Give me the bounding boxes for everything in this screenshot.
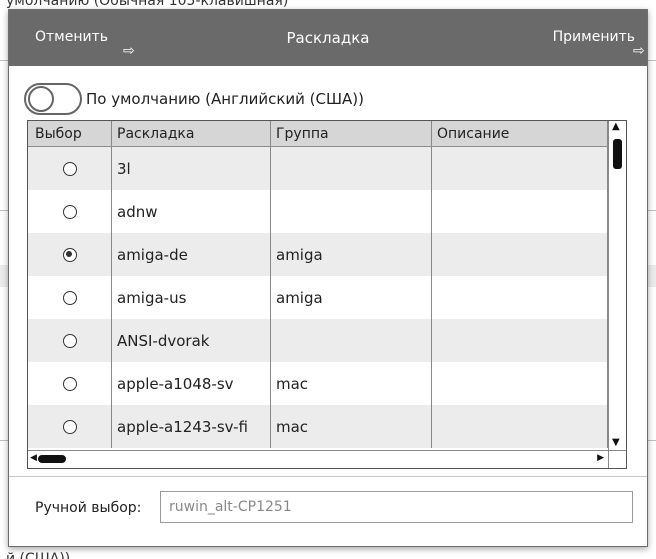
layout-table: Выбор Раскладка Группа Описание 3l adnw … (27, 120, 627, 469)
background-row-band (0, 265, 8, 287)
row-radio[interactable] (62, 419, 77, 434)
row-radio[interactable] (62, 333, 77, 348)
row-group-cell: amiga (271, 233, 432, 276)
table-header: Выбор Раскладка Группа Описание (28, 121, 608, 147)
row-select-cell (28, 319, 112, 362)
row-select-cell (28, 362, 112, 405)
toggle-knob (28, 86, 54, 112)
default-layout-toggle-row: По умолчанию (Английский (США)) (24, 82, 364, 116)
background-row-band (648, 265, 656, 287)
background-status-text: й (США)) (6, 551, 71, 559)
default-layout-toggle[interactable] (24, 83, 82, 115)
background-divider (648, 60, 656, 61)
row-select-cell (28, 233, 112, 276)
arrow-right-icon: ⇨ (633, 43, 645, 59)
background-divider (0, 440, 8, 441)
row-radio[interactable] (62, 376, 77, 391)
row-description-cell (432, 190, 608, 233)
column-header-select[interactable]: Выбор (28, 121, 112, 146)
row-description-cell (432, 405, 608, 448)
footer-divider (9, 476, 647, 477)
column-header-description[interactable]: Описание (432, 121, 608, 146)
row-layout-cell: apple-a1243-sv-fi (112, 405, 271, 448)
row-select-cell (28, 190, 112, 233)
row-layout-cell: amiga-us (112, 276, 271, 319)
row-radio[interactable] (62, 290, 77, 305)
row-select-cell (28, 147, 112, 190)
table-row[interactable]: amiga-de amiga (28, 233, 608, 276)
row-group-cell: amiga (271, 276, 432, 319)
vertical-scroll-thumb[interactable] (613, 139, 622, 169)
row-description-cell (432, 362, 608, 405)
scroll-down-icon[interactable]: ▼ (612, 437, 620, 448)
row-description-cell (432, 276, 608, 319)
horizontal-scrollbar[interactable]: ◀ ▶ (28, 450, 610, 468)
scroll-up-icon[interactable]: ▲ (612, 121, 620, 132)
table-row[interactable]: apple-a1243-sv-fi mac (28, 405, 608, 448)
manual-selection-label: Ручной выбор: (35, 500, 142, 516)
table-row[interactable]: adnw (28, 190, 608, 233)
table-body: 3l adnw amiga-de amiga amiga-us amiga AN… (28, 147, 608, 450)
row-select-cell (28, 276, 112, 319)
row-group-cell (271, 147, 432, 190)
row-layout-cell: apple-a1048-sv (112, 362, 271, 405)
apply-button[interactable]: Применить (553, 29, 635, 45)
dialog-title: Раскладка (286, 29, 370, 47)
row-layout-cell: adnw (112, 190, 271, 233)
row-radio[interactable] (62, 247, 77, 262)
default-layout-label: По умолчанию (Английский (США)) (86, 90, 364, 108)
column-header-group[interactable]: Группа (271, 121, 432, 146)
table-row[interactable]: ANSI-dvorak (28, 319, 608, 362)
row-group-cell (271, 190, 432, 233)
layout-dialog: Отменить ⇨ Раскладка Применить ⇨ По умол… (8, 9, 648, 547)
table-row[interactable]: 3l (28, 147, 608, 190)
table-row[interactable]: apple-a1048-sv mac (28, 362, 608, 405)
row-layout-cell: amiga-de (112, 233, 271, 276)
row-group-cell: mac (271, 405, 432, 448)
horizontal-scroll-thumb[interactable] (38, 455, 66, 463)
scroll-left-icon[interactable]: ◀ (30, 453, 37, 463)
row-description-cell (432, 319, 608, 362)
column-header-layout[interactable]: Раскладка (112, 121, 271, 146)
row-radio[interactable] (62, 204, 77, 219)
row-radio[interactable] (62, 161, 77, 176)
table-row[interactable]: amiga-us amiga (28, 276, 608, 319)
row-description-cell (432, 147, 608, 190)
vertical-scrollbar[interactable]: ▲ ▼ (608, 121, 626, 450)
row-group-cell: mac (271, 362, 432, 405)
row-layout-cell: ANSI-dvorak (112, 319, 271, 362)
dialog-header: Отменить ⇨ Раскладка Применить ⇨ (9, 10, 647, 66)
row-layout-cell: 3l (112, 147, 271, 190)
row-select-cell (28, 405, 112, 448)
background-divider (0, 210, 8, 211)
background-divider (648, 210, 656, 211)
scroll-right-icon[interactable]: ▶ (597, 453, 604, 463)
row-description-cell (432, 233, 608, 276)
manual-selection-input[interactable] (160, 491, 633, 523)
scrollbar-corner (608, 450, 626, 468)
row-group-cell (271, 319, 432, 362)
background-divider (0, 60, 8, 61)
background-divider (648, 440, 656, 441)
background-title-text: умолчанию (Обычная 105-клавишная) (6, 0, 289, 9)
